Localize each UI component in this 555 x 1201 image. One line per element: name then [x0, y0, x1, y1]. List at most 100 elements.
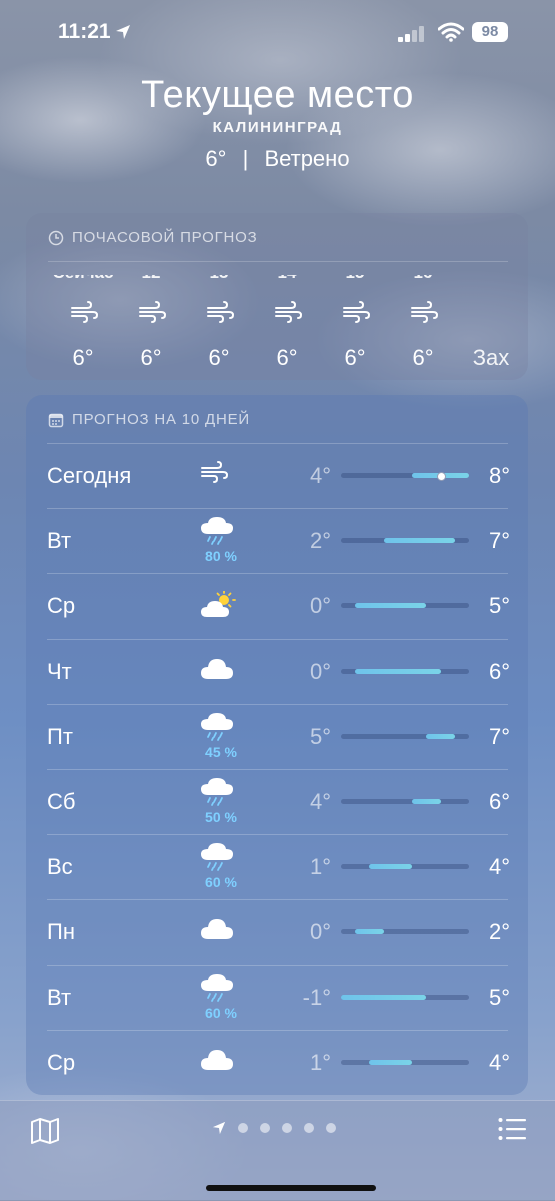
- day-label: Чт: [47, 658, 72, 684]
- current-temp-marker: [436, 472, 446, 481]
- calendar-icon: [48, 413, 64, 427]
- hour-label: 13: [184, 275, 254, 283]
- low-temp: 0°: [309, 658, 331, 684]
- current-temp: 6°: [205, 146, 227, 171]
- home-indicator[interactable]: [206, 1185, 376, 1191]
- hour-label: 12: [116, 275, 186, 283]
- day-row[interactable]: Чт 0° 6°: [26, 638, 528, 704]
- day-label: Сб: [47, 789, 76, 814]
- temp-range-fill: [369, 1059, 413, 1065]
- divider: [47, 638, 508, 640]
- day-row[interactable]: Пт 45 % 5° 7°: [26, 703, 528, 769]
- temp-range-bar: [341, 1059, 469, 1065]
- temp-range-bar: [341, 668, 469, 674]
- location-arrow-icon: [212, 1121, 226, 1135]
- precip-chance: 80 %: [205, 548, 237, 565]
- temp-range-fill: [355, 603, 427, 609]
- clock-icon: [48, 230, 64, 245]
- page-dot[interactable]: [282, 1123, 292, 1133]
- low-temp: -1°: [302, 984, 331, 1010]
- page-dot[interactable]: [238, 1123, 248, 1133]
- condition-text: Ветрено: [264, 146, 350, 171]
- temp-range-bar: [341, 733, 469, 739]
- wind-icon: [342, 301, 371, 328]
- current-conditions: 6° | Ветрено: [0, 146, 555, 172]
- page-dot[interactable]: [326, 1123, 336, 1133]
- divider: [47, 573, 508, 575]
- low-temp: 4°: [309, 789, 331, 814]
- temp-range-fill: [383, 538, 455, 544]
- hour-label: 14: [252, 275, 322, 283]
- hour-temp: 6°: [208, 345, 230, 370]
- day-label: Пт: [47, 723, 73, 749]
- hourly-item: 16 6°: [388, 275, 458, 375]
- temp-range-bar: [341, 538, 469, 544]
- low-temp: 0°: [309, 919, 331, 945]
- precip-chance: 60 %: [205, 1004, 237, 1021]
- hourly-forecast-card[interactable]: ПОЧАСОВОЙ ПРОГНОЗ Сейчас6°126°136°146°15…: [26, 213, 528, 380]
- temp-range-fill: [341, 994, 427, 1000]
- day-row[interactable]: Пн 0° 2°: [26, 899, 528, 964]
- hourly-title: ПОЧАСОВОЙ ПРОГНОЗ: [48, 229, 258, 246]
- day-row[interactable]: Вс 60 % 1° 4°: [26, 834, 528, 899]
- ten-day-forecast-card[interactable]: ПРОГНОЗ НА 10 ДНЕЙ Сегодня 4° 8° Вт 80 % 2° 7°…: [26, 395, 528, 1095]
- wind-icon: [274, 301, 303, 328]
- page-dot[interactable]: [260, 1123, 270, 1133]
- hour-temp: 6°: [344, 345, 366, 370]
- cloud-icon: [200, 657, 244, 697]
- temp-range-bar: [341, 799, 469, 804]
- hour-label: 16: [388, 275, 458, 283]
- hour-label: Зах: [472, 345, 510, 370]
- temp-range-bar: [341, 929, 469, 935]
- wind-icon: [206, 301, 235, 328]
- day-row[interactable]: Вт 80 % 2° 7°: [26, 508, 528, 573]
- high-temp: 4°: [488, 1049, 510, 1075]
- bottom-toolbar: [0, 1100, 555, 1201]
- day-row[interactable]: Ср 1° 4°: [26, 1029, 528, 1095]
- high-temp: 6°: [488, 789, 510, 814]
- wifi-icon: [438, 22, 464, 42]
- daily-title: ПРОГНОЗ НА 10 ДНЕЙ: [48, 411, 250, 428]
- map-icon[interactable]: [30, 1117, 60, 1145]
- wind-icon: [410, 301, 439, 328]
- precip-chance: 60 %: [205, 874, 237, 891]
- low-temp: 2°: [309, 528, 331, 554]
- temp-range-fill: [355, 668, 441, 674]
- hour-temp: 6°: [72, 345, 94, 370]
- day-row[interactable]: Сб 50 % 4° 6°: [26, 769, 528, 834]
- divider: [47, 1029, 508, 1031]
- day-label: Вс: [47, 854, 73, 880]
- day-row[interactable]: Сегодня 4° 8°: [26, 443, 528, 508]
- hourly-item: 15 6°: [320, 275, 390, 375]
- battery-indicator: 98: [472, 22, 508, 42]
- partly-sunny-icon: [200, 590, 244, 631]
- hourly-item: Зах: [456, 275, 526, 375]
- clock: 11:21: [58, 20, 111, 43]
- temp-range-fill: [412, 799, 441, 804]
- low-temp: 4°: [309, 463, 331, 488]
- hour-temp: 6°: [276, 345, 298, 370]
- hourly-title-text: ПОЧАСОВОЙ ПРОГНОЗ: [72, 229, 258, 246]
- hourly-item: 12 6°: [116, 275, 186, 375]
- hour-label: Сейчас: [48, 275, 118, 283]
- page-indicator[interactable]: [212, 1121, 336, 1135]
- page-dot[interactable]: [304, 1123, 314, 1133]
- low-temp: 0°: [309, 593, 331, 619]
- temp-range-fill: [355, 929, 384, 935]
- cloud-icon: [200, 917, 244, 957]
- wind-icon: [138, 301, 167, 328]
- high-temp: 6°: [488, 658, 510, 684]
- day-label: Вт: [47, 528, 72, 554]
- low-temp: 1°: [309, 1049, 331, 1075]
- hourly-item: 14 6°: [252, 275, 322, 375]
- cloud-icon: [200, 1048, 244, 1088]
- day-row[interactable]: Вт 60 % -1° 5°: [26, 964, 528, 1030]
- divider: [48, 261, 508, 262]
- day-row[interactable]: Ср 0° 5°: [26, 573, 528, 638]
- temp-range-fill: [426, 733, 455, 739]
- hourly-strip[interactable]: Сейчас 6° 12 6° 13 6° 14 6° 15 6° 16 6° Зах: [48, 275, 528, 375]
- precip-chance: 45 %: [205, 743, 237, 760]
- list-icon[interactable]: [498, 1117, 526, 1141]
- divider: [47, 834, 508, 836]
- day-label: Ср: [47, 593, 76, 619]
